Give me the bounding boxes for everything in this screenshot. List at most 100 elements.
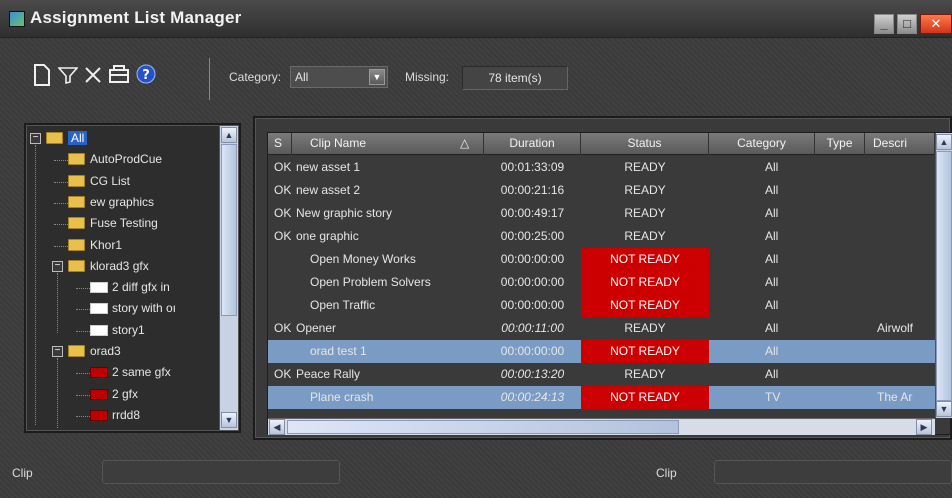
tree-item[interactable]: − All [30, 129, 216, 149]
cell-category: All [765, 275, 779, 289]
cell-duration: 00:00:11:00 [501, 321, 564, 335]
window-title: Assignment List Manager [30, 8, 242, 27]
scroll-right-button[interactable]: ▶ [916, 419, 932, 435]
cell-status: NOT READY [581, 294, 709, 317]
cell-clip-name: orad test 1 [310, 344, 367, 358]
tree-item-label: All [68, 131, 88, 145]
title-bar[interactable]: Assignment List Manager _ □ ✕ [0, 0, 952, 38]
tree-item-label: CG List [90, 174, 131, 188]
column-header-type[interactable]: Type [815, 133, 865, 155]
grid-vscroll-thumb[interactable] [936, 151, 952, 401]
table-row[interactable]: OK new asset 2 00:00:21:16 READY All [268, 179, 935, 202]
cell-category: TV [765, 390, 781, 404]
folder-icon [68, 345, 85, 357]
grid-vertical-scrollbar[interactable]: ▲ ▼ [935, 133, 952, 418]
table-row[interactable]: orad test 1 00:00:00:00 NOT READY All [268, 340, 935, 363]
collapse-toggle-icon[interactable]: − [30, 133, 41, 144]
cell-status: NOT READY [581, 340, 709, 363]
column-header-status[interactable]: Status [581, 133, 709, 155]
category-select[interactable]: All ▼ [290, 66, 388, 88]
table-row[interactable]: OK Opener 00:00:11:00 READY All Airwolf [268, 317, 935, 340]
tree-item[interactable]: ew graphics [30, 193, 216, 213]
app-icon [9, 11, 25, 27]
close-button[interactable]: ✕ [920, 14, 952, 34]
document-icon [90, 325, 108, 336]
assignment-grid[interactable]: S Clip Name △ Duration Status Category T… [267, 132, 952, 435]
table-row[interactable]: Open Traffic 00:00:00:00 NOT READY All [268, 294, 935, 317]
grid-horizontal-scrollbar[interactable]: ◀ ▶ [268, 418, 935, 435]
scroll-down-button[interactable]: ▼ [221, 412, 237, 428]
table-row[interactable]: OK New graphic story 00:00:49:17 READY All [268, 202, 935, 225]
cell-duration: 00:00:13:20 [500, 367, 565, 381]
cell-s [274, 248, 294, 271]
cell-s [274, 271, 294, 294]
filter-icon[interactable] [58, 66, 78, 84]
table-row[interactable]: Open Money Works 00:00:00:00 NOT READY All [268, 248, 935, 271]
cell-description [865, 248, 935, 271]
tree-item-label: orad3 [90, 344, 121, 358]
table-row[interactable]: OK one graphic 00:00:25:00 READY All [268, 225, 935, 248]
tree-connector [54, 224, 68, 225]
tree-item[interactable]: AutoProdCue [30, 150, 216, 170]
app-window: Assignment List Manager _ □ ✕ ? Category… [0, 0, 952, 498]
cell-clip-name: Peace Rally [296, 367, 361, 381]
table-row[interactable]: Open Problem Solvers 00:00:00:00 NOT READY… [268, 271, 935, 294]
category-tree[interactable]: − All AutoProdCue CG List ew graphics Fuse Te… [24, 123, 241, 433]
cell-clip-name: Open Problem Solvers [310, 275, 431, 289]
cell-type [815, 340, 865, 363]
tree-connector [57, 273, 58, 333]
cell-status: NOT READY [581, 386, 709, 409]
maximize-button[interactable]: □ [897, 14, 917, 34]
column-header-clip-name[interactable]: Clip Name △ [292, 133, 484, 155]
cell-type [815, 156, 865, 179]
category-value: All [295, 70, 309, 84]
cell-description: Airwolf [877, 321, 914, 335]
cell-type [815, 386, 865, 409]
scroll-up-button[interactable]: ▲ [221, 127, 237, 143]
tree-scrollbar[interactable]: ▲ ▼ [219, 126, 238, 430]
column-header-duration[interactable]: Duration [484, 133, 581, 155]
column-header-category[interactable]: Category [709, 133, 815, 155]
scroll-left-button[interactable]: ◀ [269, 419, 285, 435]
cell-duration: 00:00:00:00 [500, 252, 565, 266]
new-document-icon[interactable] [34, 64, 50, 86]
folder-icon [68, 175, 85, 187]
minimize-button[interactable]: _ [874, 14, 894, 34]
table-row[interactable]: OK new asset 1 00:01:33:09 READY All [268, 156, 935, 179]
grid-scroll-up-button[interactable]: ▲ [936, 134, 952, 150]
tree-connector [76, 373, 90, 374]
cell-s: OK [274, 206, 292, 220]
cell-type [815, 317, 865, 340]
table-row[interactable]: OK Peace Rally 00:00:13:20 READY All [268, 363, 935, 386]
cell-duration: 00:00:25:00 [500, 229, 565, 243]
cell-status: READY [624, 367, 666, 381]
cell-description [865, 271, 935, 294]
help-icon[interactable]: ? [136, 64, 156, 84]
cell-type [815, 363, 865, 386]
tree-item[interactable]: Khor1 [30, 236, 216, 256]
folder-icon [46, 132, 63, 144]
table-row[interactable]: Plane crash 00:00:24:13 NOT READY TV The Ar [268, 386, 935, 409]
collapse-toggle-icon[interactable]: − [52, 346, 63, 357]
column-header-clip-name-label: Clip Name [310, 136, 367, 150]
tree-item[interactable]: Fuse Testing [30, 214, 216, 234]
delete-icon[interactable] [84, 66, 102, 84]
cell-status: READY [624, 229, 666, 243]
cell-status: NOT READY [581, 248, 709, 271]
cell-category: All [765, 344, 779, 358]
sort-ascending-icon: △ [460, 136, 470, 150]
document-red-icon [90, 389, 108, 400]
grid-scroll-down-button[interactable]: ▼ [936, 401, 952, 417]
column-header-s[interactable]: S [268, 133, 292, 155]
tree-scroll-thumb[interactable] [221, 144, 237, 316]
tree-item-label: story with oı [112, 301, 177, 315]
inbox-icon[interactable] [108, 64, 130, 84]
cell-s: OK [274, 367, 292, 381]
cell-clip-name: New graphic story [296, 206, 393, 220]
collapse-toggle-icon[interactable]: − [52, 261, 63, 272]
tree-item[interactable]: CG List [30, 172, 216, 192]
column-header-description[interactable]: Descri [865, 133, 935, 155]
cell-status: NOT READY [581, 271, 709, 294]
chevron-down-icon[interactable]: ▼ [369, 69, 385, 85]
grid-hscroll-thumb[interactable] [287, 420, 679, 434]
